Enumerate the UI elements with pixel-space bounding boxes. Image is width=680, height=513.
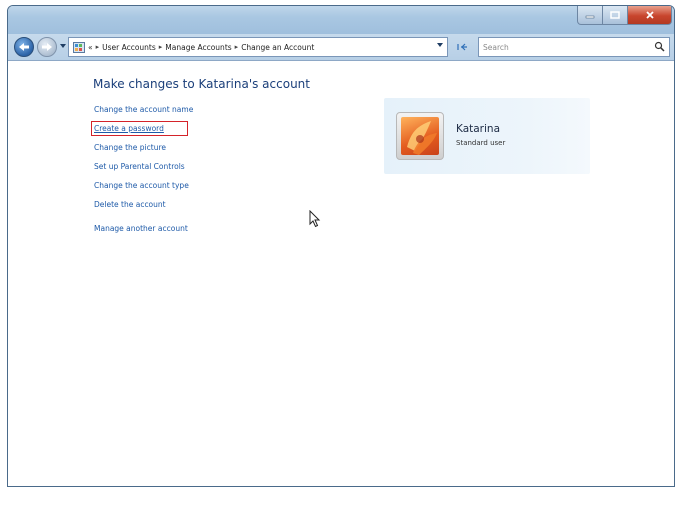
- recent-pages-dropdown-icon[interactable]: [60, 44, 66, 49]
- highlight-box: [91, 121, 188, 136]
- search-input[interactable]: [483, 40, 633, 54]
- delete-account-link[interactable]: Delete the account: [94, 200, 166, 210]
- minimize-button[interactable]: [577, 6, 603, 25]
- chevron-right-icon: ▸: [158, 43, 163, 51]
- breadcrumb-manage-accounts[interactable]: Manage Accounts: [165, 43, 231, 52]
- caption-buttons: [577, 6, 672, 25]
- close-button[interactable]: [628, 6, 672, 25]
- manage-another-account-link[interactable]: Manage another account: [94, 224, 188, 234]
- address-bar[interactable]: « ▸ User Accounts ▸ Manage Accounts ▸ Ch…: [68, 37, 448, 57]
- create-password-link[interactable]: Create a password: [91, 121, 188, 136]
- account-name: Katarina: [456, 123, 501, 135]
- search-icon[interactable]: [654, 41, 665, 52]
- maximize-button[interactable]: [603, 6, 628, 25]
- back-arrow-icon: [19, 43, 29, 51]
- change-picture-link[interactable]: Change the picture: [94, 143, 166, 153]
- account-type: Standard user: [456, 139, 506, 147]
- flower-icon: [407, 121, 437, 155]
- close-icon: [645, 11, 654, 19]
- account-card: Katarina Standard user: [384, 98, 590, 174]
- search-box[interactable]: [478, 37, 670, 57]
- change-account-type-link[interactable]: Change the account type: [94, 181, 189, 191]
- avatar: [396, 112, 444, 160]
- chevron-right-icon: ▸: [234, 43, 239, 51]
- title-bar[interactable]: [8, 6, 674, 34]
- mouse-pointer-icon: [309, 210, 321, 228]
- breadcrumb-overflow[interactable]: «: [88, 43, 93, 52]
- forward-arrow-icon: [42, 43, 52, 51]
- back-button[interactable]: [14, 37, 34, 57]
- breadcrumb-user-accounts[interactable]: User Accounts: [102, 43, 156, 52]
- control-panel-icon: [73, 41, 85, 53]
- breadcrumb-change-account[interactable]: Change an Account: [241, 43, 314, 52]
- parental-controls-link[interactable]: Set up Parental Controls: [94, 162, 185, 172]
- maximize-icon: [610, 11, 620, 19]
- change-account-name-link[interactable]: Change the account name: [94, 105, 193, 115]
- refresh-button[interactable]: [451, 38, 473, 56]
- minimize-icon: [585, 15, 595, 19]
- refresh-icon: [457, 43, 467, 51]
- forward-button[interactable]: [37, 37, 57, 57]
- avatar-picture: [401, 117, 439, 155]
- page-title: Make changes to Katarina's account: [93, 77, 310, 91]
- address-dropdown-icon[interactable]: [437, 43, 443, 48]
- navigation-bar: « ▸ User Accounts ▸ Manage Accounts ▸ Ch…: [8, 34, 674, 61]
- chevron-right-icon: ▸: [95, 43, 100, 51]
